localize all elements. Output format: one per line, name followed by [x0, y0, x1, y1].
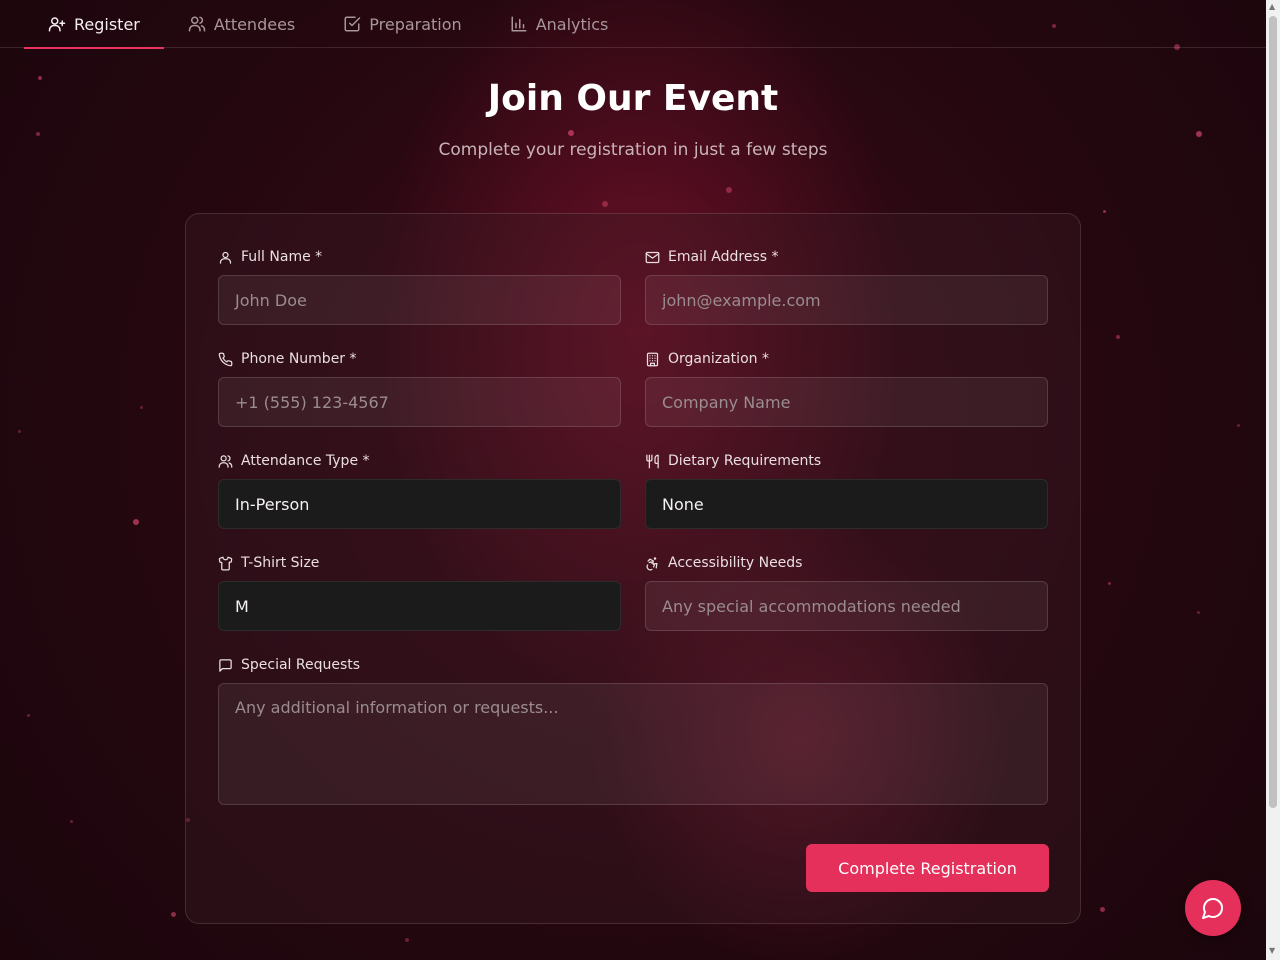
user-plus-icon [48, 17, 66, 32]
page-title: Join Our Event [487, 78, 779, 119]
attendance-type-select[interactable]: In-Person [218, 479, 621, 529]
page-subtitle: Complete your registration in just a few… [438, 140, 828, 160]
phone-label: Phone Number * [241, 351, 357, 367]
registration-form: Full Name * John Doe Email Address * joh… [185, 213, 1081, 924]
email-field: Email Address * john@example.com [645, 247, 1048, 325]
special-requests-textarea[interactable]: Any additional information or requests..… [218, 683, 1048, 805]
tab-register-label: Register [74, 14, 140, 34]
attendance-type-field: Attendance Type * In-Person [218, 451, 621, 529]
phone-label-row: Phone Number * [218, 349, 621, 369]
phone-field: Phone Number * +1 (555) 123-4567 [218, 349, 621, 427]
shirt-icon [218, 556, 233, 570]
tab-preparation-label: Preparation [369, 14, 462, 34]
organization-label: Organization * [668, 351, 769, 367]
organization-input[interactable]: Company Name [645, 377, 1048, 427]
message-circle-icon [1202, 898, 1223, 919]
organization-field: Organization * Company Name [645, 349, 1048, 427]
email-input[interactable]: john@example.com [645, 275, 1048, 325]
email-label: Email Address * [668, 249, 779, 265]
accessibility-label: Accessibility Needs [668, 555, 803, 571]
tab-analytics[interactable]: Analytics [486, 0, 633, 48]
tab-analytics-label: Analytics [535, 14, 609, 34]
page-scrollbar[interactable]: ▲ ▼ [1266, 0, 1280, 960]
phone-input[interactable]: +1 (555) 123-4567 [218, 377, 621, 427]
tab-attendees[interactable]: Attendees [164, 0, 319, 48]
accessibility-icon [646, 556, 658, 570]
tab-register[interactable]: Register [24, 0, 164, 49]
complete-registration-button[interactable]: Complete Registration [806, 844, 1049, 892]
full-name-input[interactable]: John Doe [218, 275, 621, 325]
dietary-field: Dietary Requirements None [645, 451, 1048, 529]
attendance-label-row: Attendance Type * [218, 451, 621, 471]
tshirt-label: T-Shirt Size [241, 555, 320, 571]
accessibility-field: Accessibility Needs Any special accommod… [645, 553, 1048, 631]
full-name-label: Full Name * [241, 249, 323, 265]
tab-attendees-label: Attendees [213, 14, 296, 34]
special-requests-field: Special Requests Any additional informat… [218, 655, 1048, 805]
chat-button[interactable] [1185, 880, 1241, 936]
tshirt-field: T-Shirt Size M [218, 553, 621, 631]
scroll-down-arrow[interactable]: ▼ [1269, 946, 1275, 955]
scroll-up-arrow[interactable]: ▲ [1269, 2, 1275, 11]
special-requests-label: Special Requests [241, 657, 361, 673]
check-square-icon [344, 16, 361, 32]
mail-icon [645, 251, 660, 263]
accessibility-label-row: Accessibility Needs [645, 553, 1048, 573]
attendance-label: Attendance Type * [241, 453, 370, 469]
tab-preparation[interactable]: Preparation [319, 0, 485, 48]
message-square-icon [219, 658, 232, 672]
dietary-select[interactable]: None [645, 479, 1048, 529]
tshirt-label-row: T-Shirt Size [218, 553, 621, 573]
tshirt-size-select[interactable]: M [218, 581, 621, 631]
user-icon [219, 251, 232, 264]
phone-icon [218, 352, 233, 366]
utensils-icon [646, 454, 659, 468]
dietary-label-row: Dietary Requirements [645, 451, 1048, 471]
email-label-row: Email Address * [645, 247, 1048, 267]
full-name-label-row: Full Name * [218, 247, 621, 267]
scrollbar-thumb[interactable] [1269, 16, 1277, 808]
special-requests-label-row: Special Requests [218, 655, 1048, 675]
dietary-label: Dietary Requirements [668, 453, 822, 469]
users-icon [188, 16, 206, 32]
users-icon [218, 454, 233, 468]
organization-label-row: Organization * [645, 349, 1048, 369]
full-name-field: Full Name * John Doe [218, 247, 621, 325]
accessibility-input[interactable]: Any special accommodations needed [645, 581, 1048, 631]
bar-chart-icon [511, 16, 527, 32]
top-nav: Register Attendees Preparation Analytics [0, 0, 1266, 49]
building-icon [646, 352, 659, 366]
